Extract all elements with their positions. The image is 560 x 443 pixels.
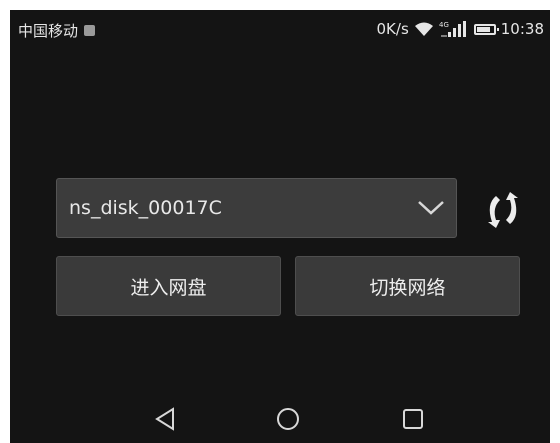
battery-icon <box>473 23 499 35</box>
status-left: 中国移动 <box>18 20 96 41</box>
enter-disk-button[interactable]: 进入网盘 <box>56 256 281 316</box>
clock: 10:38 <box>500 20 544 38</box>
switch-network-button[interactable]: 切换网络 <box>295 256 520 316</box>
notification-icon <box>84 25 96 36</box>
recent-apps-button[interactable] <box>393 401 433 437</box>
status-bar: 中国移动 0K/s 4G 10:38 <box>10 10 550 50</box>
wifi-icon <box>414 22 433 36</box>
network-type-label: 4G <box>439 21 449 29</box>
navigation-bar <box>10 393 550 443</box>
carrier-name: 中国移动 <box>18 22 79 40</box>
chevron-down-icon <box>418 201 444 215</box>
recent-apps-icon <box>403 409 423 429</box>
disk-select-value: ns_disk_00017C <box>69 197 222 219</box>
back-icon <box>155 407 174 431</box>
status-right: 0K/s 4G 10:38 <box>377 20 544 38</box>
home-icon <box>277 408 299 430</box>
back-button[interactable] <box>145 401 185 437</box>
home-button[interactable] <box>268 401 308 437</box>
disk-select-dropdown[interactable]: ns_disk_00017C <box>56 178 457 238</box>
signal-icon: 4G <box>439 21 466 37</box>
enter-disk-label: 进入网盘 <box>130 276 207 299</box>
network-speed: 0K/s <box>376 20 409 38</box>
refresh-icon[interactable] <box>478 190 528 230</box>
phone-screen: 中国移动 0K/s 4G 10:38 ns_disk_00017C 进入网盘 切… <box>10 10 550 443</box>
switch-network-label: 切换网络 <box>369 276 446 299</box>
